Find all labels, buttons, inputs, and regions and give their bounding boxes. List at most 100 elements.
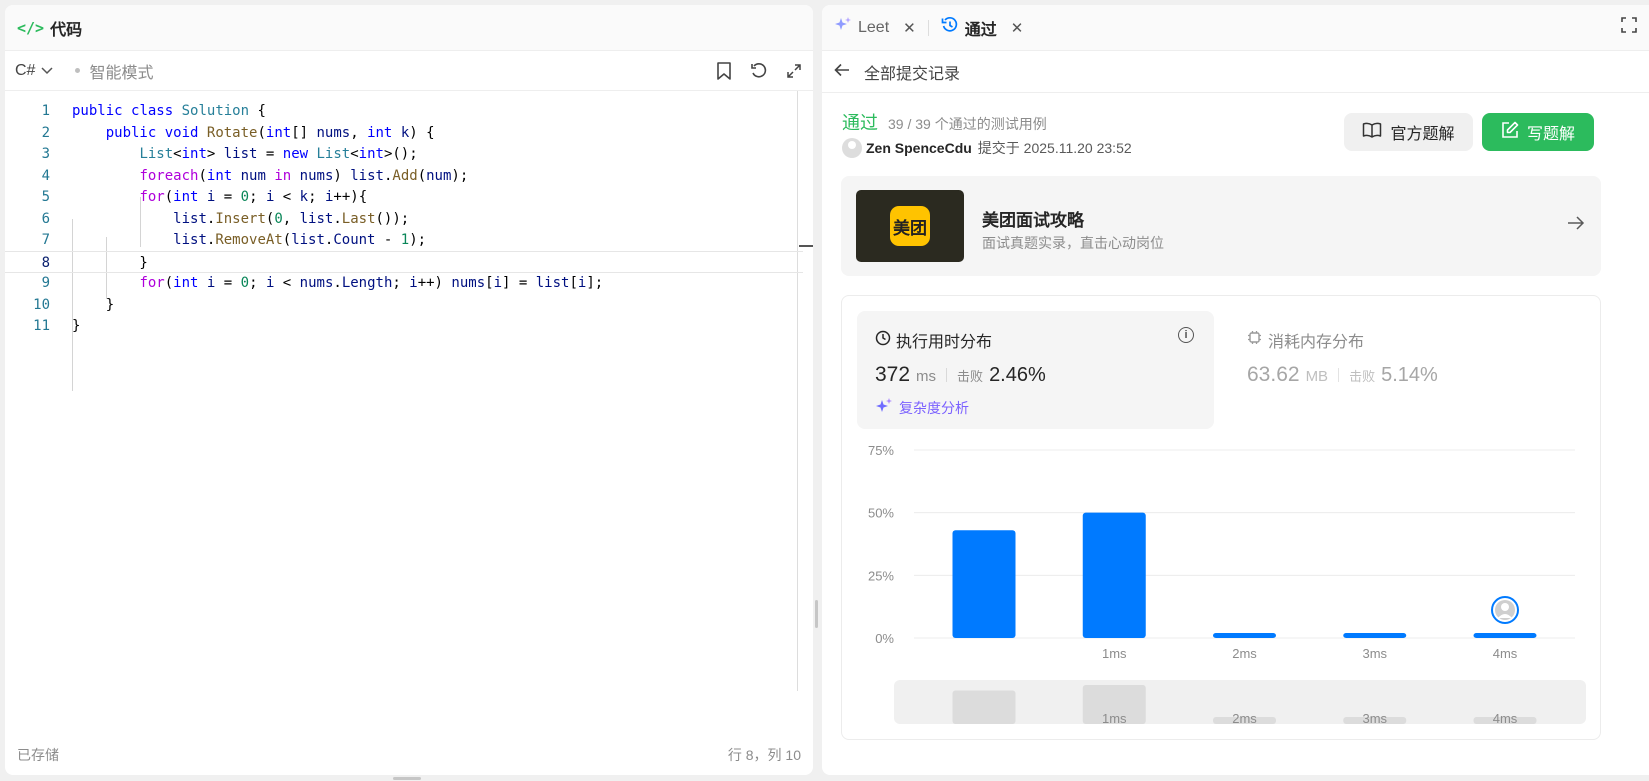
mode-dot-icon [75, 68, 81, 73]
runtime-distribution-chart[interactable]: 0% 25% 50% 75% 1ms 2ms 3ms 4ms 1ms 2ms 3ms 4ms [842, 436, 1600, 736]
close-icon[interactable]: ✕ [1011, 19, 1024, 37]
saved-status: 已存储 [17, 747, 59, 763]
code-line[interactable]: 3 List<int> list = new List<int>(); [5, 143, 803, 165]
code-line[interactable]: 1 public class Solution { [5, 100, 803, 122]
memory-metric: 63.62 MB 击败 5.14% [1247, 363, 1438, 387]
close-icon[interactable]: ✕ [903, 19, 916, 37]
smart-mode-toggle[interactable]: 智能模式 [75, 59, 153, 83]
line-number: 2 [41, 124, 50, 141]
language-select[interactable]: C# [15, 62, 53, 80]
info-icon[interactable]: i [1178, 327, 1194, 343]
code-editor[interactable]: 1 public class Solution {2 public void Ro… [5, 91, 813, 725]
bottom-resize-handle[interactable] [393, 777, 421, 780]
panel-tabs: Leet ✕ 通过 ✕ [822, 5, 1649, 51]
back-label: 全部提交记录 [864, 65, 961, 83]
official-solution-button[interactable]: 官方题解 [1344, 113, 1473, 151]
code-icon: </> [17, 18, 45, 37]
code-text: List<int> list = new List<int>(); [139, 146, 418, 162]
memory-title[interactable]: 消耗内存分布 [1247, 328, 1364, 352]
x-tick-label: 3ms [1362, 646, 1387, 661]
write-solution-button[interactable]: 写题解 [1482, 113, 1594, 151]
chart-bar[interactable] [952, 530, 1016, 638]
smart-mode-label: 智能模式 [89, 64, 154, 82]
line-number: 11 [33, 318, 50, 334]
code-text: for(int i = 0; i < k; i++){ [139, 189, 368, 205]
sparkle-icon [875, 397, 893, 418]
tab-leet-label: Leet [858, 18, 890, 36]
memory-value: 63.62 [1247, 363, 1300, 386]
runtime-card[interactable]: 执行用时分布 i 372 ms 击败 2.46% 复杂度分析 [857, 311, 1214, 429]
line-number: 8 [41, 254, 50, 271]
code-text: foreach(int num in nums) list.Add(num); [139, 167, 469, 184]
ad-title: 美团面试攻略 [982, 211, 1084, 230]
chart-bar[interactable] [1082, 512, 1146, 638]
meituan-logo: 美团 [856, 190, 964, 262]
tab-leet[interactable]: Leet ✕ [834, 16, 916, 39]
runtime-beat-pct: 2.46% [989, 364, 1046, 386]
history-icon [941, 16, 959, 39]
y-tick-label: 0% [875, 631, 894, 646]
author-name[interactable]: Zen SpenceCdu [866, 140, 972, 156]
language-label: C# [15, 61, 36, 79]
tab-accepted[interactable]: 通过 ✕ [941, 16, 1024, 40]
code-panel-title: 代码 [50, 21, 83, 39]
sparkle-icon [834, 16, 852, 39]
code-panel-header: </> 代码 [5, 5, 813, 51]
official-solution-label: 官方题解 [1390, 126, 1455, 143]
reset-icon[interactable] [749, 61, 768, 80]
logo-mark: 美团 [890, 206, 930, 246]
line-number: 7 [41, 232, 50, 248]
runtime-value: 372 [875, 363, 911, 386]
code-text: } [72, 254, 148, 271]
line-number: 4 [41, 167, 50, 184]
test-cases-count: 39 / 39 个通过的测试用例 [888, 116, 1047, 132]
code-line[interactable]: 9 for(int i = 0; i < nums.Length; i++) n… [5, 272, 803, 294]
editor-toolbar: C# 智能模式 [5, 51, 813, 91]
expand-icon[interactable] [784, 61, 803, 80]
avatar[interactable] [842, 138, 862, 158]
complexity-analysis-link[interactable]: 复杂度分析 [875, 397, 969, 418]
fullscreen-icon[interactable] [1621, 17, 1637, 38]
metric-divider [946, 368, 948, 382]
y-tick-label: 50% [868, 506, 894, 521]
code-line[interactable]: 5 for(int i = 0; i < k; i++){ [5, 186, 803, 208]
back-to-submissions[interactable]: 全部提交记录 [822, 51, 1649, 93]
chart-bar[interactable] [1343, 632, 1407, 638]
line-number: 3 [41, 146, 50, 162]
editor-status-bar: 已存储 行 8，列 10 [5, 735, 813, 775]
panel-splitter[interactable] [815, 600, 818, 628]
clock-icon [875, 330, 891, 351]
chart-bar[interactable] [1213, 632, 1276, 638]
status-badge: 通过 [842, 113, 878, 133]
submission-panel: Leet ✕ 通过 ✕ 全部提交记录 通过 39 / 39 个通过的测试用例 Z… [822, 5, 1649, 775]
ad-banner[interactable]: 美团 美团面试攻略 面试真题实录，直击心动岗位 [841, 176, 1601, 276]
code-line[interactable]: 4 foreach(int num in nums) list.Add(num)… [5, 165, 803, 187]
line-number: 1 [41, 103, 50, 119]
code-line[interactable]: 11} [5, 315, 803, 337]
overview-tick-label: 1ms [1102, 711, 1127, 726]
arrow-right-icon [1567, 214, 1585, 235]
runtime-unit: ms [916, 368, 937, 385]
code-line[interactable]: 7 list.RemoveAt(list.Count - 1); [5, 229, 803, 251]
line-number: 5 [41, 189, 50, 205]
overview-tick-label: 2ms [1232, 711, 1257, 726]
bookmark-icon[interactable] [714, 61, 733, 80]
code-line[interactable]: 8 } [5, 250, 803, 273]
code-text: public void Rotate(int[] nums, int k) { [105, 124, 435, 141]
memory-title-label: 消耗内存分布 [1268, 334, 1365, 351]
performance-stats: 执行用时分布 i 372 ms 击败 2.46% 复杂度分析 消耗内存分布 63… [841, 295, 1601, 740]
chevron-down-icon [41, 62, 53, 80]
chip-icon [1247, 330, 1262, 350]
code-line[interactable]: 2 public void Rotate(int[] nums, int k) … [5, 122, 803, 144]
code-panel: </> 代码 C# 智能模式 1 public class Solution {… [5, 5, 813, 775]
tab-accepted-label: 通过 [964, 21, 997, 39]
code-line[interactable]: 6 list.Insert(0, list.Last()); [5, 208, 803, 230]
code-line[interactable]: 10 } [5, 294, 803, 316]
code-text: } [72, 318, 81, 334]
runtime-metric: 372 ms 击败 2.46% [875, 363, 1046, 387]
overview-bar [952, 690, 1016, 724]
memory-beat-pct: 5.14% [1381, 364, 1438, 386]
ad-subtitle: 面试真题实录，直击心动岗位 [982, 235, 1164, 251]
chart-bar[interactable] [1473, 632, 1537, 638]
metric-divider [1338, 368, 1340, 382]
